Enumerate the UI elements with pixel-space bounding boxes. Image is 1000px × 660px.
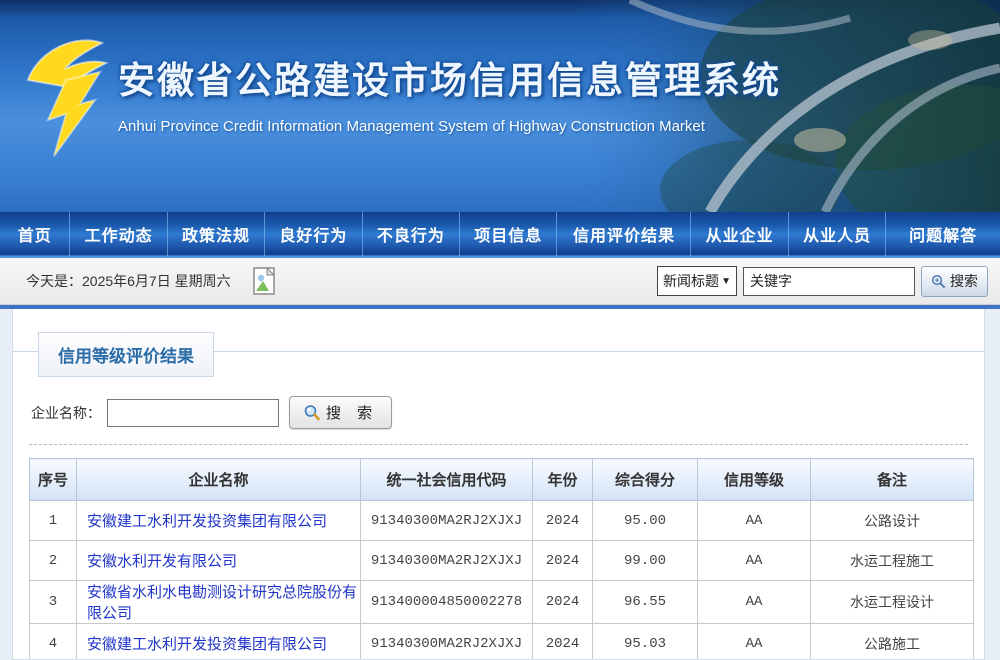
news-search-button-label: 搜索 [950, 271, 978, 291]
cell-year: 2024 [533, 501, 593, 541]
credit-results-table: 序号 企业名称 统一社会信用代码 年份 综合得分 信用等级 备注 1 安徽建工水… [29, 458, 974, 660]
company-link-text[interactable]: 安徽水利开发有限公司 [87, 553, 237, 570]
cell-company-link[interactable]: 安徽省水利水电勘测设计研究总院股份有限公司 [77, 581, 361, 624]
col-header-year: 年份 [533, 459, 593, 501]
col-header-remark: 备注 [811, 459, 974, 501]
cell-grade: AA [698, 624, 811, 660]
nav-item-enterprises[interactable]: 从业企业 [690, 212, 787, 256]
magnifier-icon [303, 404, 321, 422]
company-search-button[interactable]: 搜 索 [289, 396, 392, 429]
company-query-form: 企业名称： 搜 索 [31, 396, 984, 429]
keyword-input[interactable] [743, 267, 915, 296]
site-header: 安徽省公路建设市场信用信息管理系统 Anhui Province Credit … [0, 0, 1000, 212]
col-header-company: 企业名称 [77, 459, 361, 501]
chevron-down-icon: ▼ [721, 276, 731, 287]
nav-item-bad-behavior[interactable]: 不良行为 [362, 212, 459, 256]
site-subtitle: Anhui Province Credit Information Manage… [118, 118, 781, 135]
news-search-group: 新闻标题 ▼ 搜索 [657, 266, 988, 297]
cell-grade: AA [698, 501, 811, 541]
section-header: 信用等级评价结果 [13, 332, 984, 372]
nav-item-qa[interactable]: 问题解答 [885, 212, 1000, 256]
cell-remark: 公路施工 [811, 624, 974, 660]
cell-credit-code: 91340300MA2RJ2XJXJ [361, 624, 533, 660]
cell-index: 4 [30, 624, 77, 660]
nav-item-project-info[interactable]: 项目信息 [459, 212, 556, 256]
lightning-bolt-logo-icon [22, 34, 114, 160]
cell-remark: 公路设计 [811, 501, 974, 541]
cell-company-link[interactable]: 安徽水利开发有限公司 [77, 541, 361, 581]
company-search-button-label: 搜 索 [326, 402, 378, 423]
cell-year: 2024 [533, 624, 593, 660]
cell-index: 1 [30, 501, 77, 541]
nav-item-work-news[interactable]: 工作动态 [69, 212, 166, 256]
nav-item-credit-results[interactable]: 信用评价结果 [556, 212, 690, 256]
news-category-select[interactable]: 新闻标题 ▼ [657, 266, 737, 296]
col-header-credit-code: 统一社会信用代码 [361, 459, 533, 501]
news-category-value: 新闻标题 [663, 271, 719, 291]
cell-score: 95.00 [593, 501, 698, 541]
cell-score: 96.55 [593, 581, 698, 624]
cell-credit-code: 91340300MA2RJ2XJXJ [361, 501, 533, 541]
nav-item-home[interactable]: 首页 [0, 212, 69, 256]
cell-year: 2024 [533, 541, 593, 581]
dashed-separator [29, 444, 968, 445]
company-name-label: 企业名称： [31, 403, 101, 423]
cell-score: 99.00 [593, 541, 698, 581]
col-header-grade: 信用等级 [698, 459, 811, 501]
nav-item-good-behavior[interactable]: 良好行为 [264, 212, 361, 256]
info-bar: 今天是：2025年6月7日 星期周六 新闻标题 ▼ 搜索 [0, 258, 1000, 305]
site-title: 安徽省公路建设市场信用信息管理系统 [118, 50, 781, 104]
cell-remark: 水运工程施工 [811, 541, 974, 581]
main-nav: 首页 工作动态 政策法规 良好行为 不良行为 项目信息 信用评价结果 从业企业 … [0, 212, 1000, 258]
table-row: 3 安徽省水利水电勘测设计研究总院股份有限公司 9134000048500022… [30, 581, 974, 624]
cell-index: 3 [30, 581, 77, 624]
cell-remark: 水运工程设计 [811, 581, 974, 624]
magnifier-plus-icon [931, 274, 946, 289]
cell-credit-code: 913400004850002278 [361, 581, 533, 624]
col-header-index: 序号 [30, 459, 77, 501]
cell-company-link[interactable]: 安徽建工水利开发投资集团有限公司 [77, 624, 361, 660]
cell-credit-code: 91340300MA2RJ2XJXJ [361, 541, 533, 581]
company-link-text[interactable]: 安徽省水利水电勘测设计研究总院股份有限公司 [87, 584, 357, 622]
company-link-text[interactable]: 安徽建工水利开发投资集团有限公司 [87, 513, 327, 530]
cell-grade: AA [698, 541, 811, 581]
section-title: 信用等级评价结果 [38, 332, 214, 377]
col-header-score: 综合得分 [593, 459, 698, 501]
nav-item-personnel[interactable]: 从业人员 [788, 212, 885, 256]
company-name-input[interactable] [107, 399, 279, 427]
table-row: 1 安徽建工水利开发投资集团有限公司 91340300MA2RJ2XJXJ 20… [30, 501, 974, 541]
table-row: 2 安徽水利开发有限公司 91340300MA2RJ2XJXJ 2024 99.… [30, 541, 974, 581]
current-date-text: 今天是：2025年6月7日 星期周六 [26, 271, 231, 291]
company-link-text[interactable]: 安徽建工水利开发投资集团有限公司 [87, 636, 327, 653]
table-header-row: 序号 企业名称 统一社会信用代码 年份 综合得分 信用等级 备注 [30, 459, 974, 501]
content-panel: 信用等级评价结果 企业名称： 搜 索 序号 [12, 309, 985, 660]
cell-index: 2 [30, 541, 77, 581]
page-background: 信用等级评价结果 企业名称： 搜 索 序号 [0, 309, 1000, 660]
cell-company-link[interactable]: 安徽建工水利开发投资集团有限公司 [77, 501, 361, 541]
broken-image-icon [253, 267, 275, 295]
table-row: 4 安徽建工水利开发投资集团有限公司 91340300MA2RJ2XJXJ 20… [30, 624, 974, 660]
nav-item-policies[interactable]: 政策法规 [167, 212, 264, 256]
cell-grade: AA [698, 581, 811, 624]
news-search-button[interactable]: 搜索 [921, 266, 988, 297]
cell-score: 95.03 [593, 624, 698, 660]
cell-year: 2024 [533, 581, 593, 624]
